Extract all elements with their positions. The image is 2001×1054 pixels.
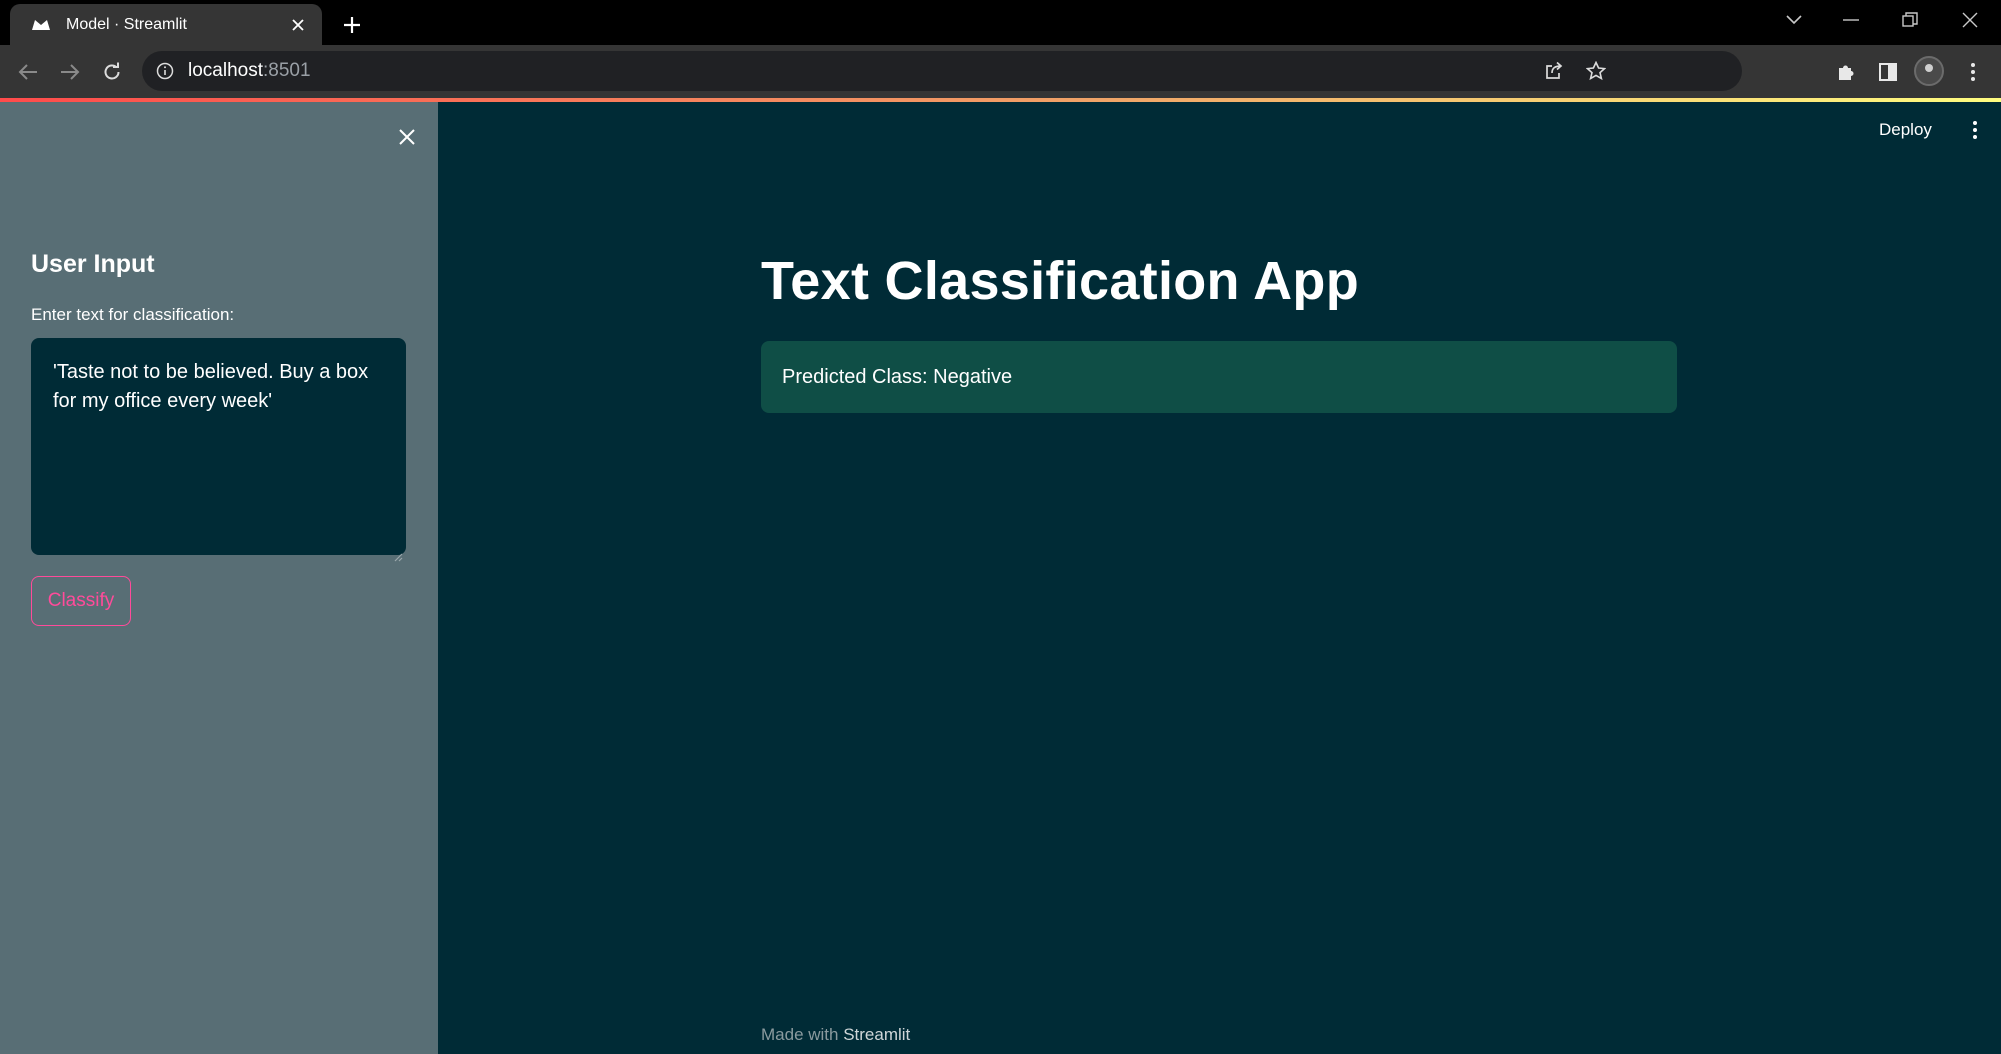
minimize-icon[interactable]: [1822, 0, 1880, 40]
page-title: Text Classification App: [761, 251, 1359, 311]
forward-arrow-icon[interactable]: [52, 54, 88, 90]
browser-tab[interactable]: Model · Streamlit: [10, 4, 322, 45]
classify-button[interactable]: Classify: [31, 576, 131, 626]
back-arrow-icon[interactable]: [10, 54, 46, 90]
new-tab-icon[interactable]: [335, 8, 369, 42]
restore-icon[interactable]: [1881, 0, 1939, 40]
streamlit-favicon-icon: [30, 14, 52, 36]
url-port: :8501: [263, 60, 311, 81]
profile-avatar[interactable]: [1914, 56, 1944, 86]
side-panel-icon[interactable]: [1870, 54, 1906, 90]
text-input-label: Enter text for classification:: [31, 305, 235, 324]
sidebar-close-icon[interactable]: [392, 122, 422, 152]
address-bar[interactable]: localhost:8501: [142, 51, 1742, 91]
share-icon[interactable]: [1534, 51, 1574, 91]
prediction-result-text: Predicted Class: Negative: [782, 365, 1013, 388]
browser-toolbar: localhost:8501: [0, 45, 2001, 98]
footer-prefix: Made with: [761, 1025, 844, 1044]
tab-search-chevron-icon[interactable]: [1765, 0, 1823, 40]
browser-menu-icon[interactable]: [1955, 54, 1991, 90]
tab-close-icon[interactable]: [284, 11, 312, 39]
text-input-area[interactable]: 'Taste not to be believed. Buy a box for…: [31, 338, 406, 562]
url-host: localhost: [188, 60, 263, 81]
window-close-icon[interactable]: [1941, 0, 1999, 40]
browser-tab-bar: Model · Streamlit: [0, 0, 2001, 45]
deploy-button[interactable]: Deploy: [1879, 120, 1932, 140]
text-input-value: 'Taste not to be believed. Buy a box for…: [53, 361, 369, 412]
footer-streamlit-link[interactable]: Streamlit: [843, 1025, 910, 1044]
sidebar: User Input Enter text for classification…: [0, 102, 438, 1054]
resize-handle-icon[interactable]: [393, 542, 403, 562]
main-content: Deploy Text Classification App Predicted…: [438, 102, 2001, 1054]
site-info-icon[interactable]: [154, 60, 176, 82]
extensions-puzzle-icon[interactable]: [1828, 54, 1864, 90]
app-menu-icon[interactable]: [1961, 116, 1989, 144]
footer: Made with Streamlit: [761, 1025, 910, 1045]
prediction-result-alert: Predicted Class: Negative: [761, 341, 1677, 413]
sidebar-header: User Input: [31, 250, 155, 278]
bookmark-star-icon[interactable]: [1576, 51, 1616, 91]
reload-icon[interactable]: [94, 54, 130, 90]
tab-title: Model · Streamlit: [66, 15, 187, 33]
